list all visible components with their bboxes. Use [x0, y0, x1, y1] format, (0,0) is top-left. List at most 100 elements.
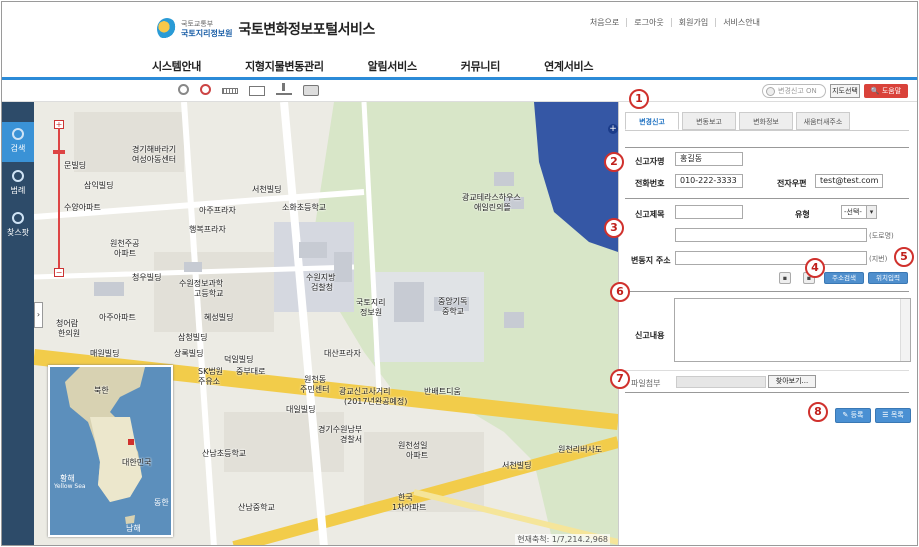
- lot-address-field[interactable]: [675, 251, 867, 265]
- report-toggle[interactable]: 변경신고 ON: [762, 84, 826, 98]
- address-search-button[interactable]: 주소검색: [824, 272, 864, 284]
- type-select[interactable]: -선택- ▾: [841, 205, 877, 219]
- logo-mark-icon: [157, 18, 177, 40]
- nav-community[interactable]: 커뮤니티: [461, 58, 501, 74]
- ministry-name: 국토교통부: [181, 20, 214, 28]
- chevron-down-icon: ▾: [866, 206, 876, 218]
- map-label: 중학교: [442, 307, 465, 316]
- map-label: 서천빌딩: [502, 461, 532, 470]
- zoom-out-icon[interactable]: [200, 84, 211, 95]
- reporter-name-field[interactable]: 홍길동: [675, 152, 743, 166]
- help-button[interactable]: 🔍 도움말: [864, 84, 908, 98]
- link-home[interactable]: 처음으로: [583, 18, 626, 27]
- nav-system-info[interactable]: 시스템안내: [152, 58, 201, 74]
- map-view[interactable]: 문빌딩 경기해바라기 여성아동센터 삼익빌딩 수양아파트 아주프라자 서천빌딩 …: [34, 102, 618, 545]
- map-label: 1차아파트: [392, 503, 427, 512]
- subject-field[interactable]: [675, 205, 743, 219]
- overview-canvas: [65, 367, 145, 524]
- browse-button[interactable]: 찾아보기...: [768, 375, 816, 388]
- left-rail: 검색 범례 찾스팟: [2, 102, 34, 545]
- phone-field[interactable]: 010-222-3333: [675, 174, 743, 188]
- submit-button[interactable]: ✎ 등록: [835, 408, 871, 423]
- road-address-field[interactable]: [675, 228, 867, 242]
- tab-change-info[interactable]: 변화정보: [739, 112, 793, 130]
- nav-linked-service[interactable]: 연계서비스: [544, 58, 593, 74]
- zoom-in-icon[interactable]: [178, 84, 189, 95]
- map-label: 문빌딩: [64, 161, 87, 170]
- zoom-slider[interactable]: + −: [52, 120, 66, 278]
- map-label: 정보원: [360, 308, 383, 317]
- map-label: 한의원: [58, 329, 81, 338]
- tab-new-address[interactable]: 새움터새주소: [796, 112, 850, 130]
- overview-label: 대한민국: [122, 458, 152, 467]
- map-label: 매원빌딩: [90, 349, 120, 358]
- rail-search[interactable]: 검색: [2, 122, 34, 162]
- type-label: 유형: [795, 210, 810, 219]
- tab-variation-report[interactable]: 변동보고: [682, 112, 736, 130]
- print-icon[interactable]: [303, 85, 319, 96]
- content-textarea[interactable]: [674, 298, 911, 362]
- link-logout[interactable]: 로그아웃: [626, 18, 670, 27]
- road-hint: (도로명): [869, 232, 894, 240]
- map-pick-icon[interactable]: ▪: [779, 272, 791, 284]
- map-label: 수양아파트: [64, 203, 101, 212]
- link-signup[interactable]: 회원가입: [670, 18, 715, 27]
- callout-5: 5: [894, 247, 914, 267]
- map-expand-icon[interactable]: +: [608, 124, 618, 134]
- map-label: 검찰청: [311, 283, 334, 292]
- map-scale: 현재축척: 1/7,214.2,968: [515, 534, 610, 545]
- main-nav: 시스템안내 지형지물변동관리 알림서비스 커뮤니티 연계서비스: [152, 58, 637, 74]
- map-label: 원천리버사도: [558, 445, 603, 454]
- map-label: 주유소: [198, 377, 221, 386]
- reporter-label: 신고자명: [635, 157, 665, 166]
- location-input-button[interactable]: 위치입력: [868, 272, 908, 284]
- search-icon: [12, 128, 24, 140]
- callout-7: 7: [610, 369, 630, 389]
- map-label: 경찰서: [340, 435, 363, 444]
- callout-3: 3: [604, 218, 624, 238]
- panel-tabs: 변경신고 변동보고 변화정보 새움터새주소: [625, 112, 853, 130]
- rail-legend[interactable]: 범례: [2, 164, 34, 204]
- subject-label: 신고제목: [635, 210, 665, 219]
- link-service-info[interactable]: 서비스안내: [715, 18, 767, 27]
- map-label: 서천빌딩: [252, 185, 282, 194]
- section-divider: [625, 147, 909, 148]
- map-label: 아주프라자: [199, 206, 236, 215]
- zoom-handle[interactable]: [53, 150, 65, 154]
- callout-6: 6: [610, 282, 630, 302]
- tab-change-report[interactable]: 변경신고: [625, 112, 679, 130]
- report-panel: 변경신고 변동보고 변화정보 새움터새주소 신고자명 홍길동 전화번호 010-…: [618, 102, 917, 545]
- download-icon[interactable]: [276, 83, 292, 95]
- section-divider: [625, 370, 909, 371]
- overview-label: 북한: [94, 386, 109, 395]
- spot-icon: [12, 212, 24, 224]
- section-divider: [625, 392, 909, 393]
- site-header: 국토교통부 국토지리정보원 국토변화정보포털서비스 처음으로 로그아웃 회원가입…: [2, 2, 917, 80]
- map-label: 행복프라자: [189, 225, 226, 234]
- overview-label: 동한: [154, 498, 169, 507]
- block: [224, 412, 344, 472]
- nav-feature-change[interactable]: 지형지물변동관리: [245, 58, 324, 74]
- map-label: 아주아파트: [99, 313, 136, 322]
- section-divider: [625, 291, 909, 292]
- ruler-icon[interactable]: [222, 88, 238, 94]
- content-label: 신고내용: [635, 331, 665, 340]
- list-button[interactable]: ☰ 목록: [875, 408, 911, 423]
- rail-spot[interactable]: 찾스팟: [2, 206, 34, 246]
- site-title: 국토변화정보포털서비스: [238, 22, 376, 38]
- nav-notification[interactable]: 알림서비스: [368, 58, 417, 74]
- map-label: 고등학교: [194, 289, 224, 298]
- panel-collapse-handle[interactable]: ›: [34, 302, 43, 328]
- site-logo[interactable]: 국토교통부 국토지리정보원 국토변화정보포털서비스: [157, 18, 375, 40]
- overview-map[interactable]: 북한 대한민국 황해 Yellow Sea 남해 동한: [48, 365, 173, 537]
- email-field[interactable]: test@test.com: [815, 174, 883, 188]
- textarea-scrollbar[interactable]: [900, 299, 910, 361]
- tabs-divider: [625, 130, 909, 131]
- file-label: 파일첨부: [631, 379, 661, 388]
- map-select-button[interactable]: 지도선택: [830, 84, 860, 98]
- zoom-minus-button[interactable]: −: [54, 268, 64, 277]
- area-icon[interactable]: [249, 86, 265, 96]
- agency-name: 국토지리정보원: [181, 29, 233, 38]
- file-path-field[interactable]: [676, 376, 766, 388]
- map-label: 삼익빌딩: [84, 181, 114, 190]
